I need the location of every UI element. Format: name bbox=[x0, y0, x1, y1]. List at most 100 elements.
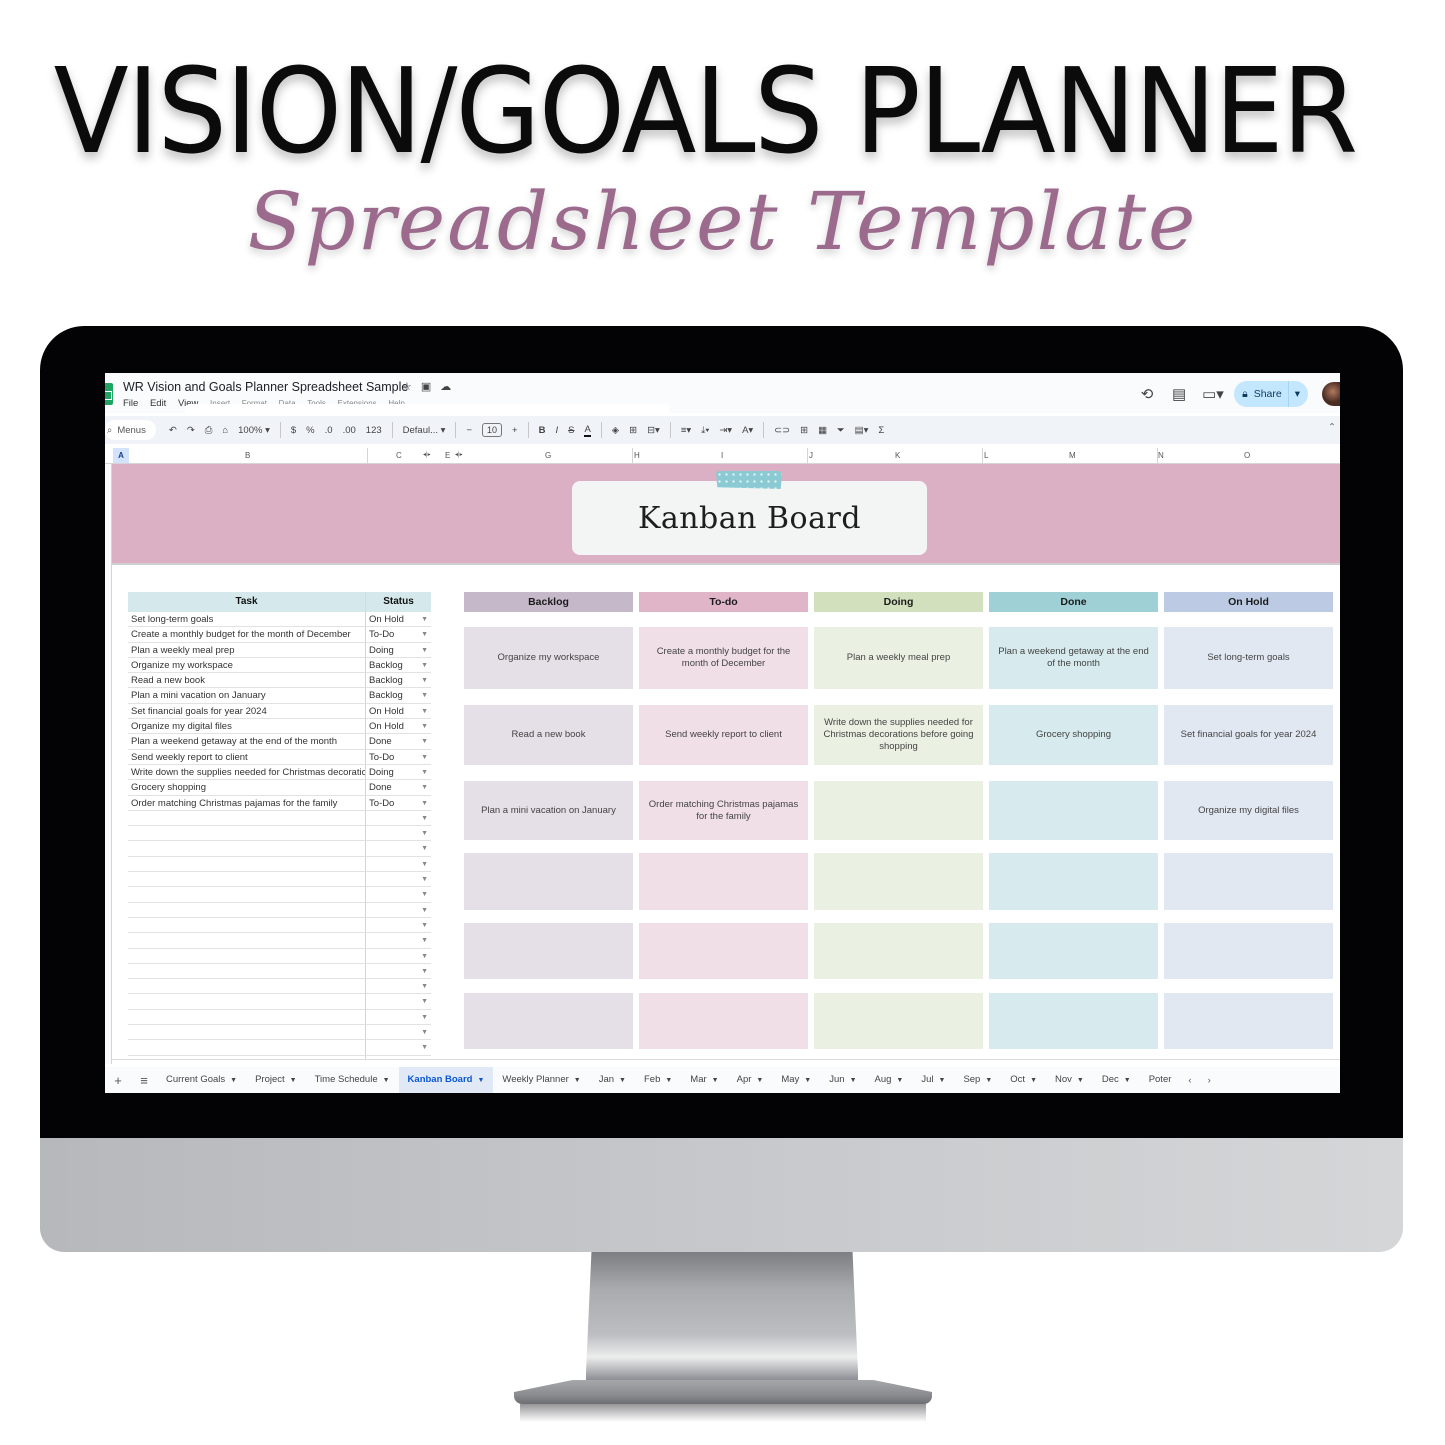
sheet-tab-apr[interactable]: Apr ▼ bbox=[728, 1067, 773, 1093]
task-cell[interactable]: Create a monthly budget for the month of… bbox=[128, 627, 366, 642]
kanban-card-empty[interactable] bbox=[814, 781, 983, 840]
status-cell[interactable]: Backlog ▼ bbox=[366, 673, 431, 687]
status-dropdown-icon[interactable]: ▼ bbox=[421, 857, 428, 872]
kanban-card[interactable]: Create a monthly budget for the month of… bbox=[639, 627, 808, 689]
status-cell[interactable]: ▼ bbox=[366, 903, 431, 917]
task-cell[interactable]: Plan a weekly meal prep bbox=[128, 642, 366, 657]
column-header-c[interactable]: C bbox=[396, 451, 402, 460]
currency-format-button[interactable]: $ bbox=[291, 425, 296, 436]
task-cell[interactable] bbox=[128, 826, 366, 841]
fill-color-icon[interactable]: ◈ bbox=[612, 425, 619, 436]
status-dropdown-icon[interactable]: ▼ bbox=[421, 872, 428, 887]
sheet-tab-menu-icon[interactable]: ▼ bbox=[1077, 1077, 1084, 1084]
kanban-card-empty[interactable] bbox=[989, 781, 1158, 840]
kanban-card-empty[interactable] bbox=[989, 993, 1158, 1049]
strikethrough-button[interactable]: S bbox=[568, 425, 574, 436]
kanban-card-empty[interactable] bbox=[814, 853, 983, 910]
zoom-select[interactable]: 100% ▾ bbox=[238, 425, 270, 436]
version-history-icon[interactable]: ⟲ bbox=[1138, 385, 1156, 403]
kanban-card-empty[interactable] bbox=[639, 993, 808, 1049]
kanban-card[interactable]: Organize my workspace bbox=[464, 627, 633, 689]
comments-icon[interactable]: ▤ bbox=[1170, 385, 1188, 403]
number-format-button[interactable]: 123 bbox=[366, 425, 382, 436]
status-dropdown-icon[interactable]: ▼ bbox=[421, 643, 428, 658]
sheet-tab-menu-icon[interactable]: ▼ bbox=[985, 1077, 992, 1084]
kanban-card-empty[interactable] bbox=[814, 993, 983, 1049]
link-icon[interactable]: ⊂⊃ bbox=[774, 425, 790, 436]
menu-edit[interactable]: Edit bbox=[150, 398, 166, 409]
comment-add-icon[interactable]: ⊞ bbox=[800, 425, 808, 436]
status-dropdown-icon[interactable]: ▼ bbox=[421, 1025, 428, 1040]
task-cell[interactable] bbox=[128, 841, 366, 856]
functions-icon[interactable]: Σ bbox=[878, 425, 884, 436]
undo-icon[interactable]: ↶ bbox=[169, 425, 177, 436]
status-cell[interactable]: To-Do ▼ bbox=[366, 796, 431, 810]
text-color-button[interactable]: A bbox=[584, 424, 591, 437]
task-cell[interactable]: Organize my workspace bbox=[128, 657, 366, 673]
status-dropdown-icon[interactable]: ▼ bbox=[421, 994, 428, 1009]
share-button[interactable]: 🔒︎ Share ▾ bbox=[1234, 381, 1308, 407]
hidden-columns-arrows[interactable]: ◂|▸ bbox=[423, 451, 431, 458]
hidden-columns-arrows[interactable]: ◂|▸ bbox=[455, 451, 463, 458]
sheet-tab-menu-icon[interactable]: ▼ bbox=[804, 1077, 811, 1084]
chart-icon[interactable]: ▦ bbox=[818, 425, 827, 436]
status-cell[interactable]: ▼ bbox=[366, 887, 431, 901]
status-cell[interactable]: Done ▼ bbox=[366, 734, 431, 748]
sheet-tab-menu-icon[interactable]: ▼ bbox=[1030, 1077, 1037, 1084]
sheet-tab-nov[interactable]: Nov ▼ bbox=[1046, 1067, 1093, 1093]
task-cell[interactable] bbox=[128, 1009, 366, 1025]
status-dropdown-icon[interactable]: ▼ bbox=[421, 765, 428, 780]
task-cell[interactable] bbox=[128, 917, 366, 933]
task-cell[interactable] bbox=[128, 856, 366, 872]
sheet-tab-menu-icon[interactable]: ▼ bbox=[1124, 1077, 1131, 1084]
kanban-card[interactable]: Plan a weekly meal prep bbox=[814, 627, 983, 689]
status-cell[interactable]: To-Do ▼ bbox=[366, 627, 431, 641]
font-size-input[interactable]: 10 bbox=[482, 423, 503, 437]
status-cell[interactable]: ▼ bbox=[366, 964, 431, 978]
task-cell[interactable]: Set financial goals for year 2024 bbox=[128, 703, 366, 719]
status-cell[interactable]: Doing ▼ bbox=[366, 643, 431, 657]
task-cell[interactable] bbox=[128, 979, 366, 994]
status-dropdown-icon[interactable]: ▼ bbox=[421, 1010, 428, 1025]
kanban-card[interactable]: Set long-term goals bbox=[1164, 627, 1333, 689]
status-cell[interactable]: ▼ bbox=[366, 949, 431, 963]
collapse-toolbar-icon[interactable]: ⌃ bbox=[1328, 422, 1336, 433]
kanban-card[interactable]: Plan a mini vacation on January bbox=[464, 781, 633, 840]
sheet-tab-jun[interactable]: Jun ▼ bbox=[820, 1067, 865, 1093]
filter-views-icon[interactable]: ▤▾ bbox=[855, 425, 869, 436]
share-dropdown-icon[interactable]: ▾ bbox=[1295, 388, 1300, 400]
sheet-tab-oct[interactable]: Oct ▼ bbox=[1001, 1067, 1046, 1093]
sheet-tab-menu-icon[interactable]: ▼ bbox=[850, 1077, 857, 1084]
status-cell[interactable]: On Hold ▼ bbox=[366, 704, 431, 718]
status-dropdown-icon[interactable]: ▼ bbox=[421, 1040, 428, 1055]
kanban-card-empty[interactable] bbox=[464, 993, 633, 1049]
sheet-tab-aug[interactable]: Aug ▼ bbox=[866, 1067, 913, 1093]
percent-format-button[interactable]: % bbox=[306, 425, 314, 436]
task-cell[interactable] bbox=[128, 1040, 366, 1055]
status-cell[interactable]: ▼ bbox=[366, 933, 431, 947]
sheet-tab-menu-icon[interactable]: ▼ bbox=[939, 1077, 946, 1084]
status-dropdown-icon[interactable]: ▼ bbox=[421, 734, 428, 749]
avatar[interactable] bbox=[1322, 382, 1340, 406]
sheets-logo-icon[interactable] bbox=[105, 383, 113, 405]
status-dropdown-icon[interactable]: ▼ bbox=[421, 750, 428, 765]
sheet-tab-menu-icon[interactable]: ▼ bbox=[383, 1077, 390, 1084]
kanban-card-empty[interactable] bbox=[989, 923, 1158, 979]
move-to-folder-icon[interactable]: ▣ bbox=[421, 381, 440, 393]
task-cell[interactable] bbox=[128, 1025, 366, 1040]
status-dropdown-icon[interactable]: ▼ bbox=[421, 887, 428, 902]
kanban-card-empty[interactable] bbox=[1164, 993, 1333, 1049]
row-headers[interactable] bbox=[105, 464, 112, 1064]
status-dropdown-icon[interactable]: ▼ bbox=[421, 780, 428, 795]
task-cell[interactable] bbox=[128, 963, 366, 979]
status-dropdown-icon[interactable]: ▼ bbox=[421, 903, 428, 918]
status-cell[interactable]: Backlog ▼ bbox=[366, 688, 431, 702]
task-cell[interactable]: Order matching Christmas pajamas for the… bbox=[128, 795, 366, 810]
column-header-g[interactable]: G bbox=[545, 451, 551, 460]
sheet-tab-sep[interactable]: Sep ▼ bbox=[954, 1067, 1001, 1093]
text-rotate-icon[interactable]: A▾ bbox=[742, 425, 753, 436]
column-header-i[interactable]: I bbox=[721, 451, 723, 460]
sheet-tab-dec[interactable]: Dec ▼ bbox=[1093, 1067, 1140, 1093]
status-dropdown-icon[interactable]: ▼ bbox=[421, 719, 428, 734]
status-cell[interactable]: On Hold ▼ bbox=[366, 612, 431, 626]
